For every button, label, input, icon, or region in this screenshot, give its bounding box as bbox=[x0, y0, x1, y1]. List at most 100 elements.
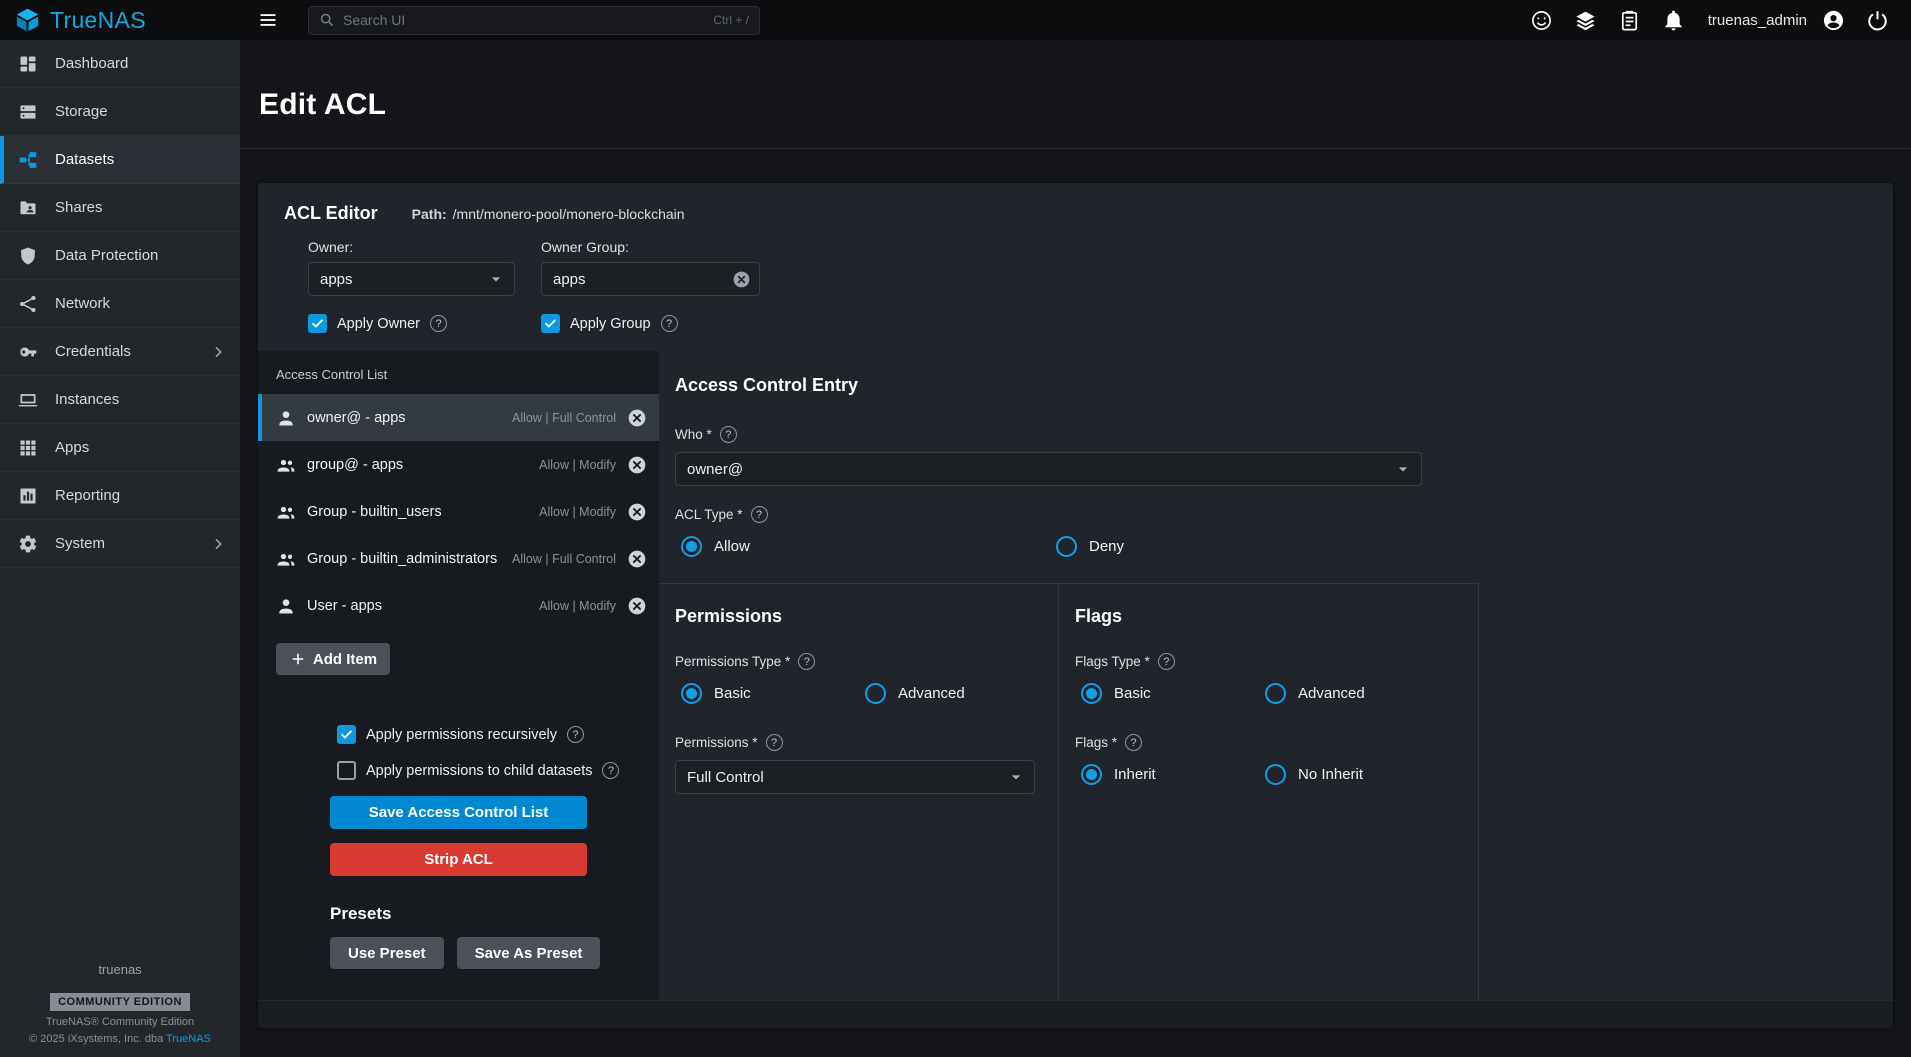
permissions-field-label: Permissions * bbox=[675, 735, 758, 750]
power-button[interactable] bbox=[1859, 2, 1895, 38]
apply-owner-help-icon[interactable]: ? bbox=[430, 315, 447, 332]
feedback-smiley-button[interactable] bbox=[1524, 2, 1560, 38]
apply-child-datasets-help-icon[interactable]: ? bbox=[602, 762, 619, 779]
flags-type-basic-radio[interactable]: Basic bbox=[1081, 683, 1265, 704]
acl-entry-name: group@ - apps bbox=[307, 457, 528, 473]
topbar-actions: truenas_admin bbox=[1524, 2, 1911, 38]
permissions-type-help-icon[interactable]: ? bbox=[798, 653, 815, 670]
acl-type-help-icon[interactable]: ? bbox=[751, 506, 768, 523]
permissions-help-icon[interactable]: ? bbox=[766, 734, 783, 751]
sidebar-item-apps[interactable]: Apps bbox=[0, 424, 240, 472]
user-account-button[interactable] bbox=[1815, 2, 1851, 38]
sidebar-item-shares[interactable]: Shares bbox=[0, 184, 240, 232]
owner-select-value: apps bbox=[320, 271, 478, 288]
advanced-radio-label: Advanced bbox=[1298, 685, 1365, 702]
apply-recursively-help-icon[interactable]: ? bbox=[567, 726, 584, 743]
apply-owner-checkbox[interactable]: Apply Owner ? bbox=[308, 314, 515, 333]
sidebar-item-network[interactable]: Network bbox=[0, 280, 240, 328]
sidebar-item-system[interactable]: System bbox=[0, 520, 240, 568]
remove-entry-icon[interactable] bbox=[627, 455, 647, 475]
owner-select[interactable]: apps bbox=[308, 262, 515, 296]
flags-field-label: Flags * bbox=[1075, 735, 1117, 750]
flags-inherit-radio[interactable]: Inherit bbox=[1081, 764, 1265, 785]
people-icon bbox=[276, 455, 296, 475]
save-as-preset-button[interactable]: Save As Preset bbox=[457, 937, 601, 969]
permissions-type-advanced-radio[interactable]: Advanced bbox=[865, 683, 965, 704]
sidebar-item-label: Shares bbox=[55, 199, 103, 216]
acl-list-heading: Access Control List bbox=[258, 351, 659, 394]
dropdown-arrow-icon bbox=[486, 269, 506, 289]
acl-entry-user-apps[interactable]: User - apps Allow | Modify bbox=[258, 582, 659, 629]
checkbox-checked-icon bbox=[541, 314, 560, 333]
sidebar-item-dashboard[interactable]: Dashboard bbox=[0, 40, 240, 88]
clear-field-icon[interactable] bbox=[732, 270, 751, 289]
sidebar-item-storage[interactable]: Storage bbox=[0, 88, 240, 136]
gear-icon bbox=[18, 534, 38, 554]
notifications-bell-button[interactable] bbox=[1656, 2, 1692, 38]
acl-entry-builtin-users[interactable]: Group - builtin_users Allow | Modify bbox=[258, 488, 659, 535]
sidebar-item-reporting[interactable]: Reporting bbox=[0, 472, 240, 520]
add-item-button[interactable]: Add Item bbox=[276, 643, 390, 675]
permissions-type-basic-radio[interactable]: Basic bbox=[681, 683, 865, 704]
radio-selected-icon bbox=[681, 536, 702, 557]
use-preset-button[interactable]: Use Preset bbox=[330, 937, 444, 969]
radio-selected-icon bbox=[1081, 764, 1102, 785]
apply-recursively-checkbox[interactable]: Apply permissions recursively ? bbox=[337, 725, 659, 744]
jobs-layers-button[interactable] bbox=[1568, 2, 1604, 38]
remove-entry-icon[interactable] bbox=[627, 549, 647, 569]
flags-type-help-icon[interactable]: ? bbox=[1158, 653, 1175, 670]
menu-toggle-button[interactable] bbox=[252, 4, 284, 36]
acl-entry-group[interactable]: group@ - apps Allow | Modify bbox=[258, 441, 659, 488]
copyright-text: © 2025 iXsystems, Inc. dba bbox=[29, 1033, 166, 1045]
who-select[interactable]: owner@ bbox=[675, 452, 1422, 486]
copyright-brand-link[interactable]: TrueNAS bbox=[166, 1033, 211, 1045]
who-select-value: owner@ bbox=[687, 461, 1385, 478]
apply-group-help-icon[interactable]: ? bbox=[661, 315, 678, 332]
remove-entry-icon[interactable] bbox=[627, 408, 647, 428]
acl-type-deny-radio[interactable]: Deny bbox=[1056, 536, 1124, 557]
remove-entry-icon[interactable] bbox=[627, 502, 647, 522]
flags-help-icon[interactable]: ? bbox=[1125, 734, 1142, 751]
flags-heading: Flags bbox=[1075, 606, 1478, 627]
search-input[interactable] bbox=[343, 12, 705, 28]
main-content: Edit ACL ACL Editor Path:/mnt/monero-poo… bbox=[240, 40, 1911, 1057]
topbar: TrueNAS Ctrl + / truenas_admin bbox=[0, 0, 1911, 40]
sidebar-item-data-protection[interactable]: Data Protection bbox=[0, 232, 240, 280]
sidebar-item-datasets[interactable]: Datasets bbox=[0, 136, 240, 184]
apply-group-checkbox[interactable]: Apply Group ? bbox=[541, 314, 760, 333]
permissions-type-field-label: Permissions Type * bbox=[675, 654, 790, 669]
sidebar-item-credentials[interactable]: Credentials bbox=[0, 328, 240, 376]
network-icon bbox=[18, 294, 38, 314]
flags-no-inherit-radio[interactable]: No Inherit bbox=[1265, 764, 1363, 785]
checklist-clipboard-button[interactable] bbox=[1612, 2, 1648, 38]
who-field-label: Who * bbox=[675, 427, 712, 442]
apply-child-datasets-checkbox[interactable]: Apply permissions to child datasets ? bbox=[337, 761, 659, 780]
basic-radio-label: Basic bbox=[1114, 685, 1151, 702]
permissions-select[interactable]: Full Control bbox=[675, 760, 1035, 794]
shield-icon bbox=[18, 246, 38, 266]
hostname-label: truenas bbox=[0, 962, 240, 977]
acl-entry-builtin-administrators[interactable]: Group - builtin_administrators Allow | F… bbox=[258, 535, 659, 582]
who-help-icon[interactable]: ? bbox=[720, 426, 737, 443]
save-access-control-list-button[interactable]: Save Access Control List bbox=[330, 796, 587, 829]
remove-entry-icon[interactable] bbox=[627, 596, 647, 616]
acl-entry-permission: Allow | Full Control bbox=[512, 411, 616, 425]
laptop-icon bbox=[18, 390, 38, 410]
acl-entry-owner[interactable]: owner@ - apps Allow | Full Control bbox=[258, 394, 659, 441]
radio-unselected-icon bbox=[1056, 536, 1077, 557]
card-footer bbox=[258, 1000, 1893, 1028]
permissions-heading: Permissions bbox=[675, 606, 1058, 627]
sidebar-item-instances[interactable]: Instances bbox=[0, 376, 240, 424]
strip-acl-button[interactable]: Strip ACL bbox=[330, 843, 587, 876]
footer-edition-line: TrueNAS® Community Edition bbox=[0, 1016, 240, 1028]
acl-type-allow-radio[interactable]: Allow bbox=[681, 536, 1056, 557]
owner-group-input[interactable]: apps bbox=[541, 262, 760, 296]
person-icon bbox=[276, 596, 296, 616]
acl-entry-name: User - apps bbox=[307, 598, 528, 614]
sidebar-item-label: Data Protection bbox=[55, 247, 158, 264]
truenas-logo[interactable]: TrueNAS bbox=[0, 7, 240, 34]
deny-radio-label: Deny bbox=[1089, 538, 1124, 555]
search-box[interactable]: Ctrl + / bbox=[308, 6, 760, 35]
flags-type-advanced-radio[interactable]: Advanced bbox=[1265, 683, 1365, 704]
page-header: Edit ACL bbox=[240, 40, 1911, 149]
